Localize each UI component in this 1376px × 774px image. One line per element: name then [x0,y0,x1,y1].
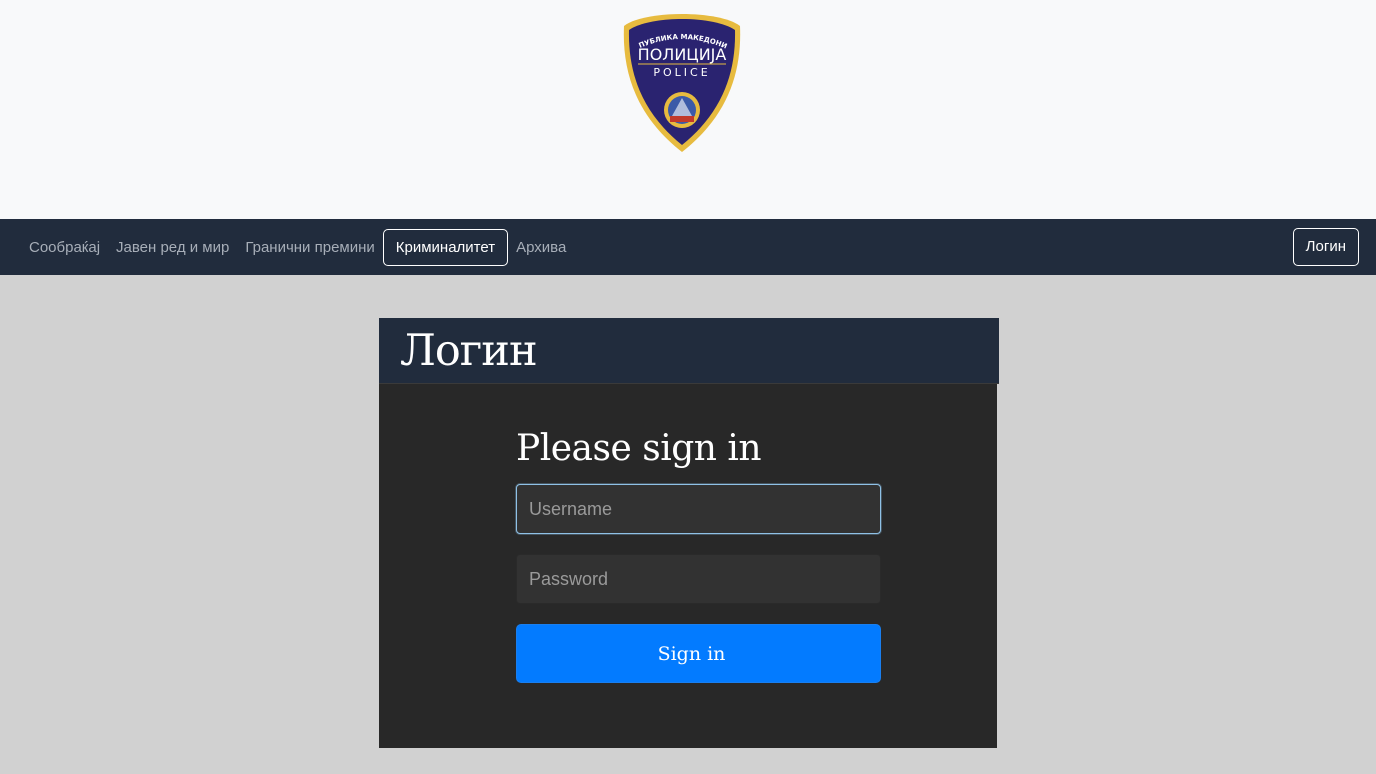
logo-text-main: ПОЛИЦИЈА [638,45,727,64]
password-input[interactable] [516,554,881,604]
nav-item-public-order[interactable]: Јавен ред и мир [108,229,237,266]
logo-text-sub: POLICE [653,66,710,79]
police-badge-logo: РЕПУБЛИКА МАКЕДОНИЈА ПОЛИЦИЈА POLICE [618,12,741,152]
sign-in-button[interactable]: Sign in [516,624,881,683]
login-card: Логин Please sign in Sign in [379,318,999,748]
header: РЕПУБЛИКА МАКЕДОНИЈА ПОЛИЦИЈА POLICE [0,0,1376,219]
nav-item-border-crossings[interactable]: Гранични премини [237,229,382,266]
username-input[interactable] [516,484,881,534]
nav-links: Сообраќај Јавен ред и мир Гранични преми… [21,219,574,275]
navbar: Сообраќај Јавен ред и мир Гранични преми… [0,219,1376,275]
nav-item-archive[interactable]: Архива [508,229,574,266]
nav-login-button[interactable]: Логин [1292,228,1359,266]
nav-item-traffic[interactable]: Сообраќај [21,229,108,266]
card-header: Логин [379,318,999,384]
card-title: Логин [400,326,538,376]
nav-item-criminality[interactable]: Криминалитет [382,228,509,266]
form-title: Please sign in [516,428,762,469]
